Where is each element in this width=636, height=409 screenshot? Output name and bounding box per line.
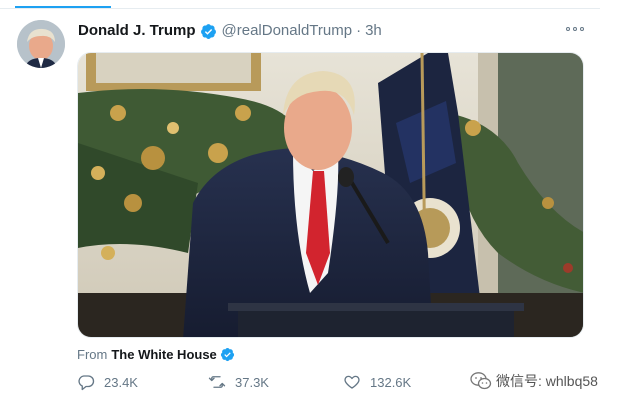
tweet-actions: 23.4K 37.3K 132.6K <box>77 372 517 392</box>
top-divider <box>0 8 600 9</box>
active-tab-indicator <box>15 6 111 8</box>
display-name[interactable]: Donald J. Trump <box>78 22 196 40</box>
source-attribution: From The White House <box>77 345 235 363</box>
retweet-button[interactable]: 37.3K <box>208 372 269 392</box>
reply-icon <box>77 373 95 391</box>
heart-icon <box>343 373 361 391</box>
timestamp[interactable]: 3h <box>365 22 382 40</box>
source-account-link[interactable]: The White House <box>111 347 216 362</box>
separator-dot: · <box>356 22 362 39</box>
like-count: 132.6K <box>370 374 412 390</box>
watermark-text: 微信号: whlbq58 <box>496 373 598 389</box>
avatar[interactable] <box>17 20 65 68</box>
source-prefix: From <box>77 346 108 362</box>
verified-badge-icon <box>200 23 217 40</box>
watermark: 微信号: whlbq58 <box>470 370 598 392</box>
more-options-icon[interactable] <box>565 22 585 36</box>
user-handle[interactable]: @realDonaldTrump <box>222 22 353 40</box>
reply-button[interactable]: 23.4K <box>77 372 138 392</box>
wechat-icon <box>470 371 492 391</box>
retweet-count: 37.3K <box>235 374 269 390</box>
video-thumbnail[interactable] <box>77 52 584 338</box>
like-button[interactable]: 132.6K <box>343 372 411 392</box>
verified-badge-icon <box>220 347 235 362</box>
retweet-icon <box>208 373 226 391</box>
tweet-header: Donald J. Trump @realDonaldTrump · 3h <box>78 22 382 40</box>
reply-count: 23.4K <box>104 374 138 390</box>
